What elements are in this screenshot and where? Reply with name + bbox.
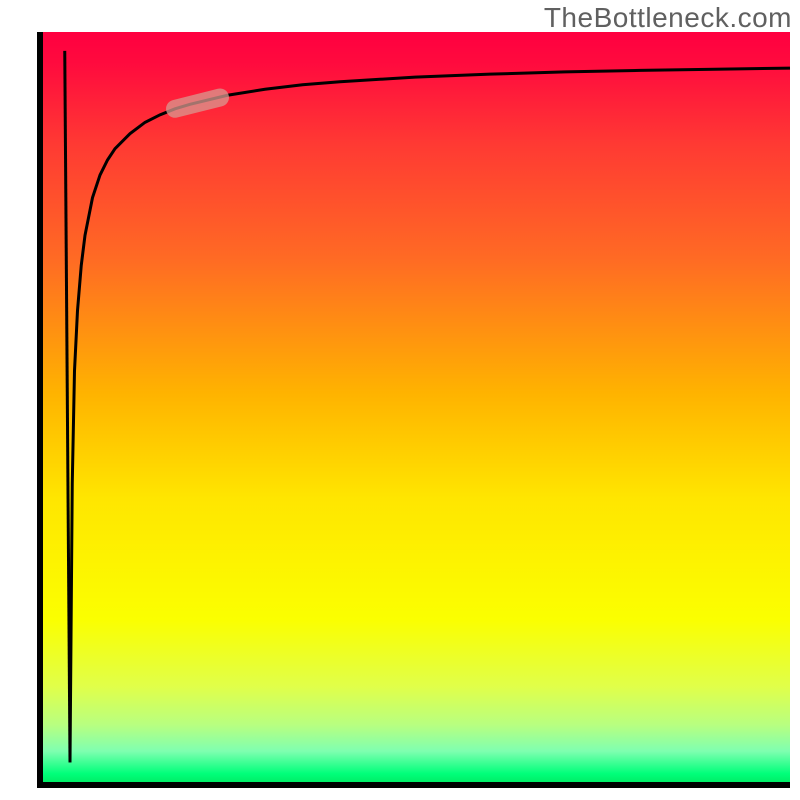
plot-background xyxy=(40,32,790,785)
bottleneck-chart xyxy=(0,0,800,800)
watermark-text: TheBottleneck.com xyxy=(544,2,792,34)
chart-container: { "watermark": "TheBottleneck.com", "cha… xyxy=(0,0,800,800)
curve-highlight-segment xyxy=(175,98,220,109)
